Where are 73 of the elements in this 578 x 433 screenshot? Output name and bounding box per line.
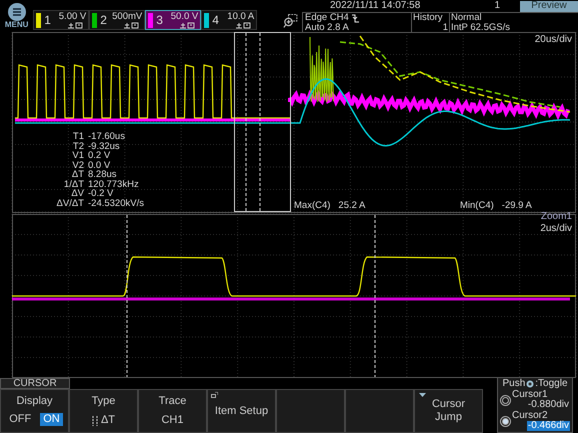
sample-rate: IntP 62.5GS/s [451,23,510,33]
readout-value: -0.2 V [88,189,114,198]
knob-hint: :Toggle [535,379,568,389]
measurement-label: Min(C4) [460,201,494,210]
readout-label: T1 [72,132,84,142]
readout-value: 8.28us [88,170,117,180]
channel-number: 4 [212,14,219,26]
measurement-value: 25.2 A [338,201,366,210]
softkey[interactable]: Display OFF ON [0,389,69,433]
preview-button[interactable]: Preview [520,0,578,12]
menu-icon[interactable] [8,3,26,21]
channel-scale: 5.00 V [58,12,86,22]
menu-label: MENU [4,21,28,29]
cursor-label: Cursor1 [512,390,548,400]
dropdown-icon [419,393,426,397]
acquisition-mode: Normal [451,13,483,23]
readout-value: 120.773kHz [88,180,139,189]
channel-number: 3 [156,14,163,26]
channel-button[interactable]: 3 50.0 V [145,10,202,30]
softkey[interactable]: Trace CH1 [138,389,207,433]
knob-icon[interactable] [500,416,511,426]
softkey-label: Trace [158,396,186,407]
readout-value: 0.0 V [88,160,110,170]
option[interactable]: OFF [6,413,34,426]
trigger-level: Auto 2.8 A [305,23,350,33]
softkey-value: ΔT [100,415,116,426]
main-timebase: 20us/div [534,35,572,45]
channel-button[interactable]: 1 5.00 V [33,10,90,30]
readout-label: ΔV/ΔT [56,198,84,208]
softkey-label: Display [16,396,53,407]
knob-hint: Push [502,379,526,389]
channel-scale: 500mV [112,12,142,22]
measurement-value: -29.9 A [502,201,532,210]
readout-value: -17.60us [88,132,125,142]
softkey-label: Type [92,396,116,407]
channel-button[interactable]: 2 500mV [89,10,146,30]
cursor-value: -0.466div [526,421,570,431]
acquisition-count: 1 [493,1,500,11]
zoom-search-icon[interactable] [283,13,298,29]
readout-label: 1/ΔT [62,180,84,189]
cursor-pair-icon [92,416,98,426]
zoom-timebase: 2us/div [540,224,572,234]
readout-label: ΔT [70,170,84,180]
knob-icon [526,380,534,388]
measurement-label: Max(C4) [294,201,330,210]
readout-label: T2 [72,142,84,151]
channel-number: 1 [44,14,51,26]
readout-value: -9.32us [88,142,120,151]
readout-value: 0.2 V [88,151,110,160]
readout-label: V1 [71,151,84,160]
readout-value: -24.5320kV/s [88,198,144,208]
softkey[interactable]: Cursor Jump [414,389,483,433]
cursor-value: -0.880div [526,400,570,410]
knob-icon[interactable] [500,394,511,406]
cursor-label: Cursor2 [512,411,548,421]
channel-number: 2 [100,14,107,26]
history-value: 1 [442,23,448,33]
history-label: History [413,13,444,23]
readout-label: ΔV [70,189,84,198]
softkey[interactable]: Item Setup [207,389,276,433]
softkey-value: CH1 [161,415,184,426]
trigger-source: Edge CH4 [305,13,349,23]
channel-scale: 50.0 V [170,12,198,22]
falling-edge-icon [352,14,359,22]
channel-scale: 10.0 A [227,12,254,22]
softkey[interactable]: Type ΔT [69,389,138,433]
date-time: 2022/11/11 14:07:58 [330,1,422,11]
channel-button[interactable]: 4 10.0 A [201,10,258,30]
option[interactable]: ON [40,413,63,426]
submenu-icon [211,392,218,398]
menu-title: CURSOR [0,378,70,389]
zoom-label: Zoom1 [540,212,572,222]
readout-label: V2 [71,160,84,170]
